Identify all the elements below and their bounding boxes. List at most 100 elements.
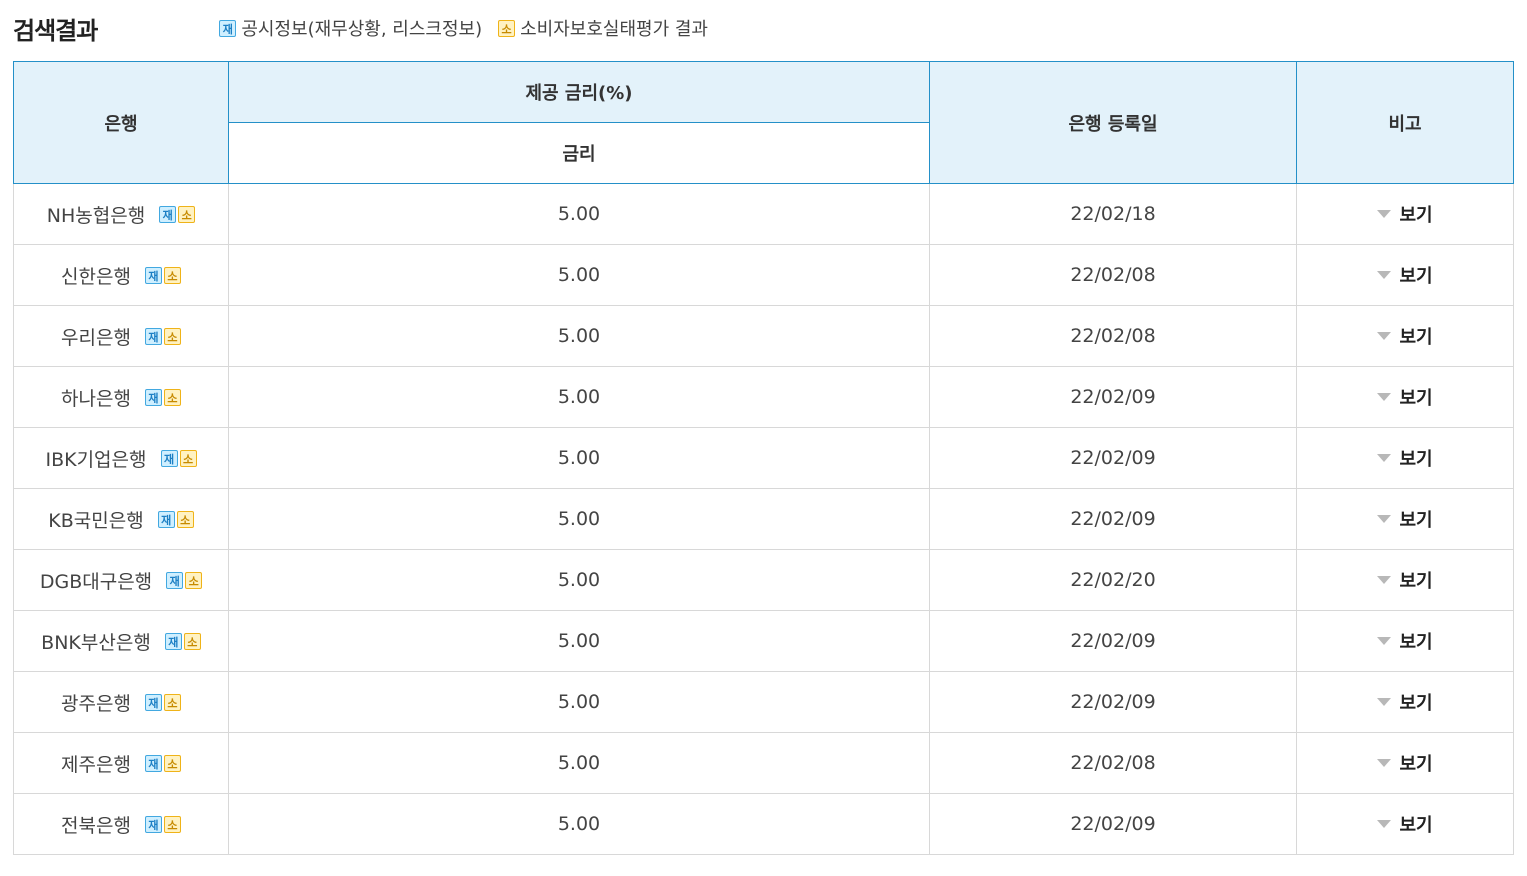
results-table: 은행 제공 금리(%) 은행 등록일 비고 금리 NH농협은행 재 소 5.00 22/… [13,61,1514,855]
consumer-protection-badge-icon[interactable]: 소 [183,632,201,650]
bank-cell: DGB대구은행 재 소 [13,549,229,611]
consumer-protection-badge-icon[interactable]: 소 [163,815,181,833]
legend-label-consumer: 소비자보호실태평가 결과 [520,19,708,40]
note-cell: 보기 [1296,427,1514,489]
reg-date-cell: 22/02/08 [929,244,1297,306]
table-row: NH농협은행 재 소 5.00 22/02/18 보기 [13,183,1514,245]
table-row: 제주은행 재 소 5.00 22/02/08 보기 [13,732,1514,794]
rate-cell: 5.00 [228,732,930,794]
financial-info-badge-icon[interactable]: 재 [164,632,182,650]
bank-name: 제주은행 [61,753,131,776]
note-cell: 보기 [1296,305,1514,367]
triangle-down-icon [1377,332,1392,340]
column-header-note: 비고 [1296,61,1514,184]
triangle-down-icon [1377,271,1392,279]
triangle-down-icon [1377,820,1392,828]
view-button[interactable]: 보기 [1377,323,1433,349]
table-row: 전북은행 재 소 5.00 22/02/09 보기 [13,793,1514,855]
financial-info-badge-icon[interactable]: 재 [144,266,162,284]
financial-info-badge-icon[interactable]: 재 [157,510,175,528]
reg-date-cell: 22/02/09 [929,671,1297,733]
view-button[interactable]: 보기 [1377,384,1433,410]
view-button[interactable]: 보기 [1377,811,1433,837]
bank-cell: 광주은행 재 소 [13,671,229,733]
consumer-protection-badge-icon[interactable]: 소 [178,205,196,223]
consumer-protection-badge-icon[interactable]: 소 [163,327,181,345]
note-cell: 보기 [1296,183,1514,245]
financial-info-badge-icon[interactable]: 재 [144,388,162,406]
triangle-down-icon [1377,576,1392,584]
bank-cell: BNK부산은행 재 소 [13,610,229,672]
triangle-down-icon [1377,759,1392,767]
table-row: 우리은행 재 소 5.00 22/02/08 보기 [13,305,1514,367]
financial-info-badge-icon[interactable]: 재 [159,205,177,223]
column-header-reg-date: 은행 등록일 [929,61,1297,184]
table-row: DGB대구은행 재 소 5.00 22/02/20 보기 [13,549,1514,611]
rate-cell: 5.00 [228,671,930,733]
results-header: 검색결과 재 공시정보(재무상황, 리스크정보) 소 소비자보호실태평가 결과 [13,8,1513,48]
rate-cell: 5.00 [228,610,930,672]
rate-cell: 5.00 [228,427,930,489]
consumer-protection-badge-icon[interactable]: 소 [163,693,181,711]
reg-date-cell: 22/02/08 [929,305,1297,367]
view-button-label: 보기 [1399,266,1433,287]
triangle-down-icon [1377,454,1392,462]
bank-name: BNK부산은행 [41,631,151,654]
triangle-down-icon [1377,637,1392,645]
note-cell: 보기 [1296,671,1514,733]
note-cell: 보기 [1296,244,1514,306]
rate-cell: 5.00 [228,366,930,428]
view-button[interactable]: 보기 [1377,262,1433,288]
view-button-label: 보기 [1399,815,1433,836]
financial-info-badge-icon[interactable]: 재 [144,327,162,345]
table-row: IBK기업은행 재 소 5.00 22/02/09 보기 [13,427,1514,489]
note-cell: 보기 [1296,732,1514,794]
column-header-rate: 금리 [228,122,930,184]
financial-info-badge-icon[interactable]: 재 [166,571,184,589]
bank-cell: IBK기업은행 재 소 [13,427,229,489]
financial-info-badge-icon[interactable]: 재 [144,693,162,711]
triangle-down-icon [1377,515,1392,523]
consumer-protection-badge-icon[interactable]: 소 [185,571,203,589]
reg-date-cell: 22/02/09 [929,366,1297,428]
view-button[interactable]: 보기 [1377,567,1433,593]
legend-item-financial: 재 공시정보(재무상황, 리스크정보) [219,15,482,41]
table-row: BNK부산은행 재 소 5.00 22/02/09 보기 [13,610,1514,672]
table-row: 하나은행 재 소 5.00 22/02/09 보기 [13,366,1514,428]
view-button[interactable]: 보기 [1377,689,1433,715]
view-button-label: 보기 [1399,388,1433,409]
view-button[interactable]: 보기 [1377,445,1433,471]
consumer-protection-badge-icon: 소 [498,19,516,37]
note-cell: 보기 [1296,610,1514,672]
bank-name: 신한은행 [61,265,131,288]
view-button-label: 보기 [1399,693,1433,714]
reg-date-cell: 22/02/08 [929,732,1297,794]
consumer-protection-badge-icon[interactable]: 소 [176,510,194,528]
note-cell: 보기 [1296,366,1514,428]
view-button[interactable]: 보기 [1377,506,1433,532]
consumer-protection-badge-icon[interactable]: 소 [163,754,181,772]
view-button[interactable]: 보기 [1377,628,1433,654]
consumer-protection-badge-icon[interactable]: 소 [163,388,181,406]
view-button-label: 보기 [1399,205,1433,226]
reg-date-cell: 22/02/09 [929,427,1297,489]
bank-cell: 제주은행 재 소 [13,732,229,794]
view-button-label: 보기 [1399,632,1433,653]
rate-cell: 5.00 [228,305,930,367]
bank-cell: KB국민은행 재 소 [13,488,229,550]
reg-date-cell: 22/02/09 [929,488,1297,550]
financial-info-badge-icon[interactable]: 재 [144,815,162,833]
rate-cell: 5.00 [228,183,930,245]
bank-name: 광주은행 [61,692,131,715]
consumer-protection-badge-icon[interactable]: 소 [179,449,197,467]
view-button[interactable]: 보기 [1377,201,1433,227]
view-button-label: 보기 [1399,510,1433,531]
bank-name: 하나은행 [61,387,131,410]
bank-cell: 우리은행 재 소 [13,305,229,367]
triangle-down-icon [1377,393,1392,401]
view-button[interactable]: 보기 [1377,750,1433,776]
consumer-protection-badge-icon[interactable]: 소 [163,266,181,284]
financial-info-badge-icon[interactable]: 재 [144,754,162,772]
financial-info-badge-icon[interactable]: 재 [160,449,178,467]
column-header-bank: 은행 [13,61,229,184]
